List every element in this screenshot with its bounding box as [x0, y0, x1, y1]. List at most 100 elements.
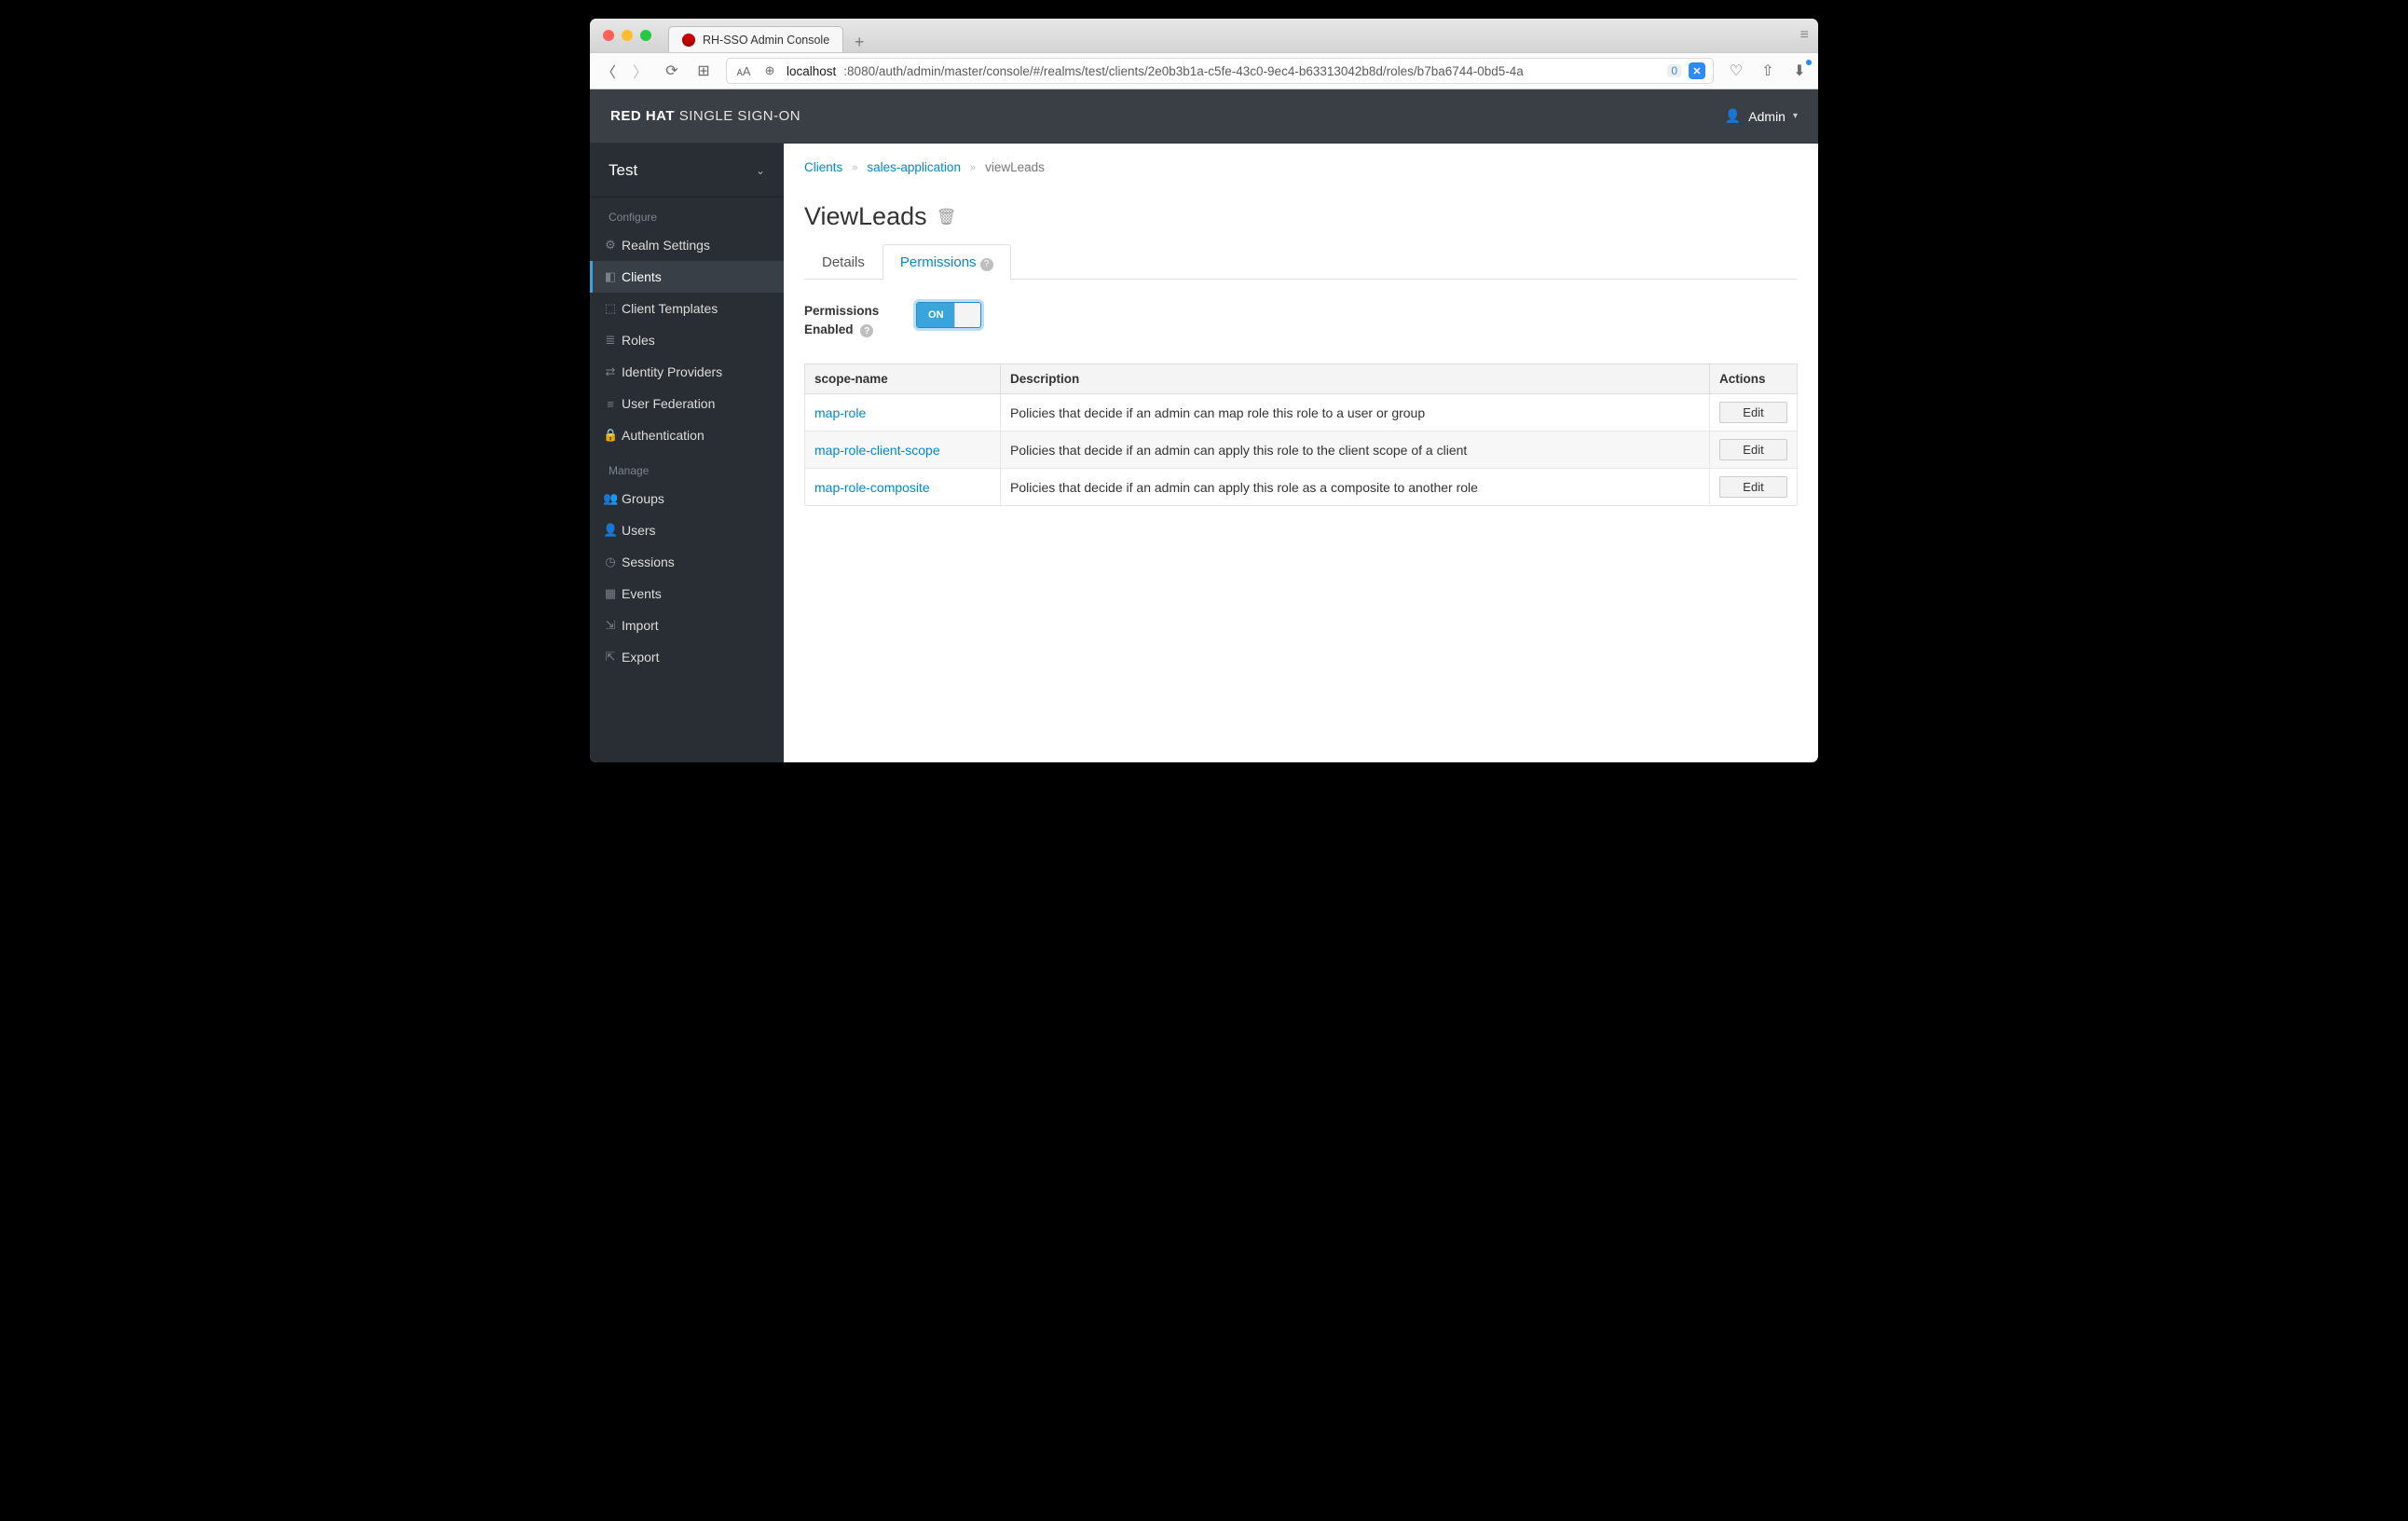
new-tab-button[interactable]: +: [843, 33, 875, 52]
tab-permissions-label: Permissions: [900, 254, 977, 270]
sidebar: Test ⌄ Configure ⚙Realm Settings ◧ Clients…: [590, 144, 784, 762]
sidebar-item-user-federation[interactable]: ≡User Federation: [590, 388, 784, 419]
sidebar-item-client-templates[interactable]: ⬚ Client Templates: [590, 293, 784, 324]
address-bar[interactable]: ᴀA ⊕ localhost :8080/auth/admin/master/co…: [726, 58, 1714, 84]
sidebar-item-identity-providers[interactable]: ⇄ Identity Providers: [590, 356, 784, 388]
forward-button: 〉: [631, 60, 650, 82]
tab-strip: RH-SSO Admin Console +: [668, 19, 875, 52]
permissions-table: scope-name Description Actions map-roleP…: [804, 363, 1798, 506]
reader-mode-icon[interactable]: ᴀA: [734, 64, 753, 78]
permissions-enabled-toggle[interactable]: ON: [916, 302, 981, 328]
share-icon[interactable]: ⇧: [1758, 62, 1777, 80]
reload-button[interactable]: ⟳: [663, 62, 681, 80]
toggle-label-1: Permissions: [804, 304, 879, 318]
toggle-on-text: ON: [917, 303, 954, 327]
nav-label: Identity Providers: [622, 364, 722, 379]
brand-thin: SINGLE SIGN-ON: [679, 108, 800, 124]
user-icon: 👤: [1725, 108, 1741, 124]
crumb-sep-icon: »: [852, 162, 857, 173]
scope-link[interactable]: map-role-client-scope: [814, 443, 940, 458]
col-desc: Description: [1001, 364, 1710, 394]
zoom-window-dot[interactable]: [640, 30, 651, 41]
section-configure-label: Configure: [590, 198, 784, 229]
sidebar-item-import[interactable]: ⇲Import: [590, 610, 784, 641]
nav-icon: ⬚: [603, 301, 618, 316]
downloads-icon[interactable]: ⬇: [1790, 62, 1809, 80]
close-window-dot[interactable]: [603, 30, 614, 41]
nav-label: User Federation: [622, 396, 715, 411]
back-button[interactable]: 〈: [599, 60, 618, 82]
nav-icon: 🔒: [603, 428, 618, 443]
url-host: localhost: [787, 64, 836, 78]
sidebar-item-users[interactable]: 👤Users: [590, 514, 784, 546]
edit-button[interactable]: Edit: [1719, 439, 1787, 460]
trash-icon[interactable]: 🗑: [937, 208, 957, 226]
tab-permissions[interactable]: Permissions?: [882, 244, 1011, 280]
apps-grid-icon[interactable]: ⊞: [694, 62, 713, 80]
site-info-icon[interactable]: ⊕: [760, 63, 779, 78]
section-manage-label: Manage: [590, 451, 784, 483]
nav-label: Clients: [622, 269, 662, 284]
sidebar-item-realm-settings[interactable]: ⚙Realm Settings: [590, 229, 784, 261]
toggle-label-2: Enabled: [804, 322, 854, 336]
nav-icon: ⇄: [603, 364, 618, 379]
realm-name: Test: [609, 161, 637, 180]
sidebar-item-export[interactable]: ⇱Export: [590, 641, 784, 673]
sidebar-item-events[interactable]: ▦ Events: [590, 578, 784, 610]
brand-logo: RED HAT SINGLE SIGN-ON: [610, 108, 800, 124]
brand-bold: RED HAT: [610, 108, 675, 124]
chevron-down-icon: ⌄: [756, 164, 765, 177]
tabs-overflow-icon[interactable]: ≡: [1800, 27, 1809, 44]
table-row: map-role Policies that decide if an admin…: [805, 394, 1798, 432]
user-menu[interactable]: 👤 Admin ▾: [1725, 108, 1798, 124]
nav-label: Import: [622, 618, 659, 633]
url-path: :8080/auth/admin/master/console/#/realms…: [843, 64, 1524, 78]
sidebar-item-groups[interactable]: 👥Groups: [590, 483, 784, 514]
tracking-shield-icon[interactable]: ✕: [1689, 62, 1705, 79]
app-body: Test ⌄ Configure ⚙Realm Settings ◧ Clients…: [590, 144, 1818, 762]
nav-label: Events: [622, 586, 662, 601]
browser-tab-active[interactable]: RH-SSO Admin Console: [668, 26, 843, 52]
nav-label: Roles: [622, 333, 655, 348]
sidebar-item-authentication[interactable]: 🔒 Authentication: [590, 419, 784, 451]
toggle-knob: [954, 303, 980, 327]
user-label: Admin: [1748, 109, 1785, 124]
nav-label: Export: [622, 650, 659, 665]
table-row: map-role-client-scope Policies that decid…: [805, 432, 1798, 469]
browser-window: RH-SSO Admin Console + ≡ 〈 〉 ⟳ ⊞ ᴀA ⊕ lo…: [590, 19, 1818, 762]
nav-label: Client Templates: [622, 301, 718, 316]
permissions-enabled-label: Permissions Enabled ?: [804, 302, 879, 340]
nav-icon: ◧: [603, 269, 618, 284]
sidebar-item-sessions[interactable]: ◷ Sessions: [590, 546, 784, 578]
crumb-client[interactable]: sales-application: [867, 160, 961, 174]
main-content: Clients » sales-application » viewLeads …: [784, 144, 1818, 762]
scope-link[interactable]: map-role-composite: [814, 480, 930, 495]
crumb-clients[interactable]: Clients: [804, 160, 842, 174]
sidebar-item-clients[interactable]: ◧ Clients: [590, 261, 784, 293]
nav-label: Sessions: [622, 555, 675, 569]
tab-details[interactable]: Details: [804, 244, 882, 280]
help-icon[interactable]: ?: [860, 324, 873, 337]
help-icon[interactable]: ?: [980, 258, 993, 271]
scope-description: Policies that decide if an admin can app…: [1001, 432, 1710, 469]
nav-label: Authentication: [622, 428, 705, 443]
page-title-text: ViewLeads: [804, 202, 927, 231]
browser-toolbar: 〈 〉 ⟳ ⊞ ᴀA ⊕ localhost :8080/auth/admin/m…: [590, 52, 1818, 89]
traffic-lights: [590, 30, 651, 41]
tracker-count-badge[interactable]: 0: [1667, 64, 1681, 77]
minimize-window-dot[interactable]: [622, 30, 633, 41]
nav-icon: ▦: [603, 586, 618, 601]
edit-button[interactable]: Edit: [1719, 402, 1787, 423]
nav-label: Realm Settings: [622, 238, 710, 253]
scope-link[interactable]: map-role: [814, 405, 866, 420]
col-actions: Actions: [1710, 364, 1798, 394]
realm-selector[interactable]: Test ⌄: [590, 144, 784, 198]
sidebar-item-roles[interactable]: ≣ Roles: [590, 324, 784, 356]
permissions-toggle-row: Permissions Enabled ? ON: [804, 302, 1798, 340]
scope-description: Policies that decide if an admin can map…: [1001, 394, 1710, 432]
edit-button[interactable]: Edit: [1719, 476, 1787, 498]
nav-icon: ≣: [603, 333, 618, 348]
favorite-icon[interactable]: ♡: [1727, 62, 1745, 80]
nav-icon: ◷: [603, 555, 618, 569]
nav-icon: 👤: [603, 523, 618, 538]
